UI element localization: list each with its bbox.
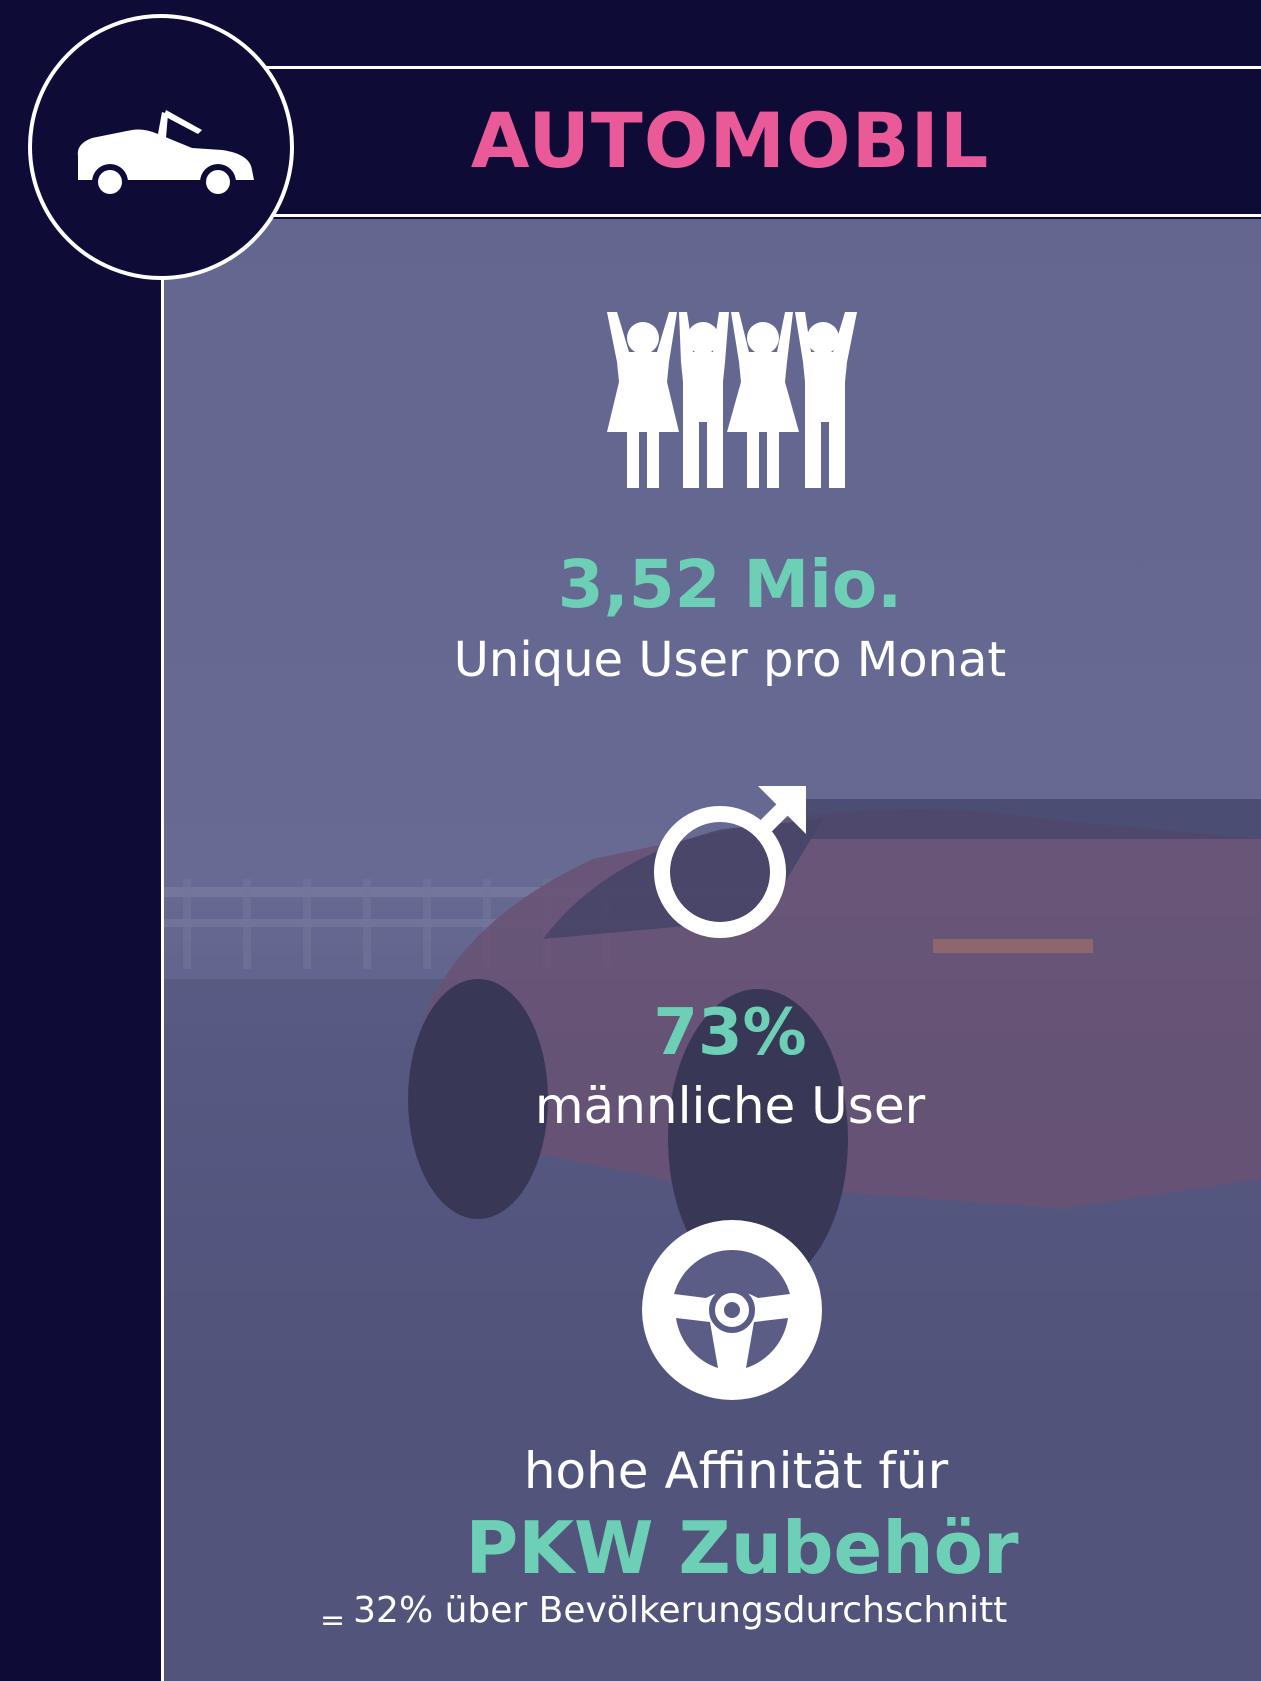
people-group-icon	[607, 312, 857, 488]
stat-male-share-label: männliche User	[534, 1077, 926, 1135]
car-convertible-icon	[77, 110, 255, 198]
stat-affinity-value: PKW Zubehör	[465, 1506, 1019, 1590]
category-logo	[28, 14, 294, 280]
footnote: = 32% über Bevölkerungsdurchschnitt	[320, 1590, 1220, 1638]
stat-unique-users-label: Unique User pro Monat	[453, 632, 1007, 688]
stat-affinity-label: hohe Affinität für	[523, 1442, 949, 1500]
page-title: AUTOMOBIL	[470, 96, 990, 185]
frame-left-line	[161, 210, 164, 1681]
stat-male-share-value: 73%	[653, 996, 807, 1070]
male-symbol-icon	[654, 786, 806, 938]
footnote-equals-sign: =	[320, 1603, 346, 1638]
stat-unique-users-value: 3,52 Mio.	[557, 546, 903, 623]
steering-wheel-icon	[642, 1220, 822, 1400]
footnote-text: 32% über Bevölkerungsdurchschnitt	[353, 1590, 1008, 1631]
